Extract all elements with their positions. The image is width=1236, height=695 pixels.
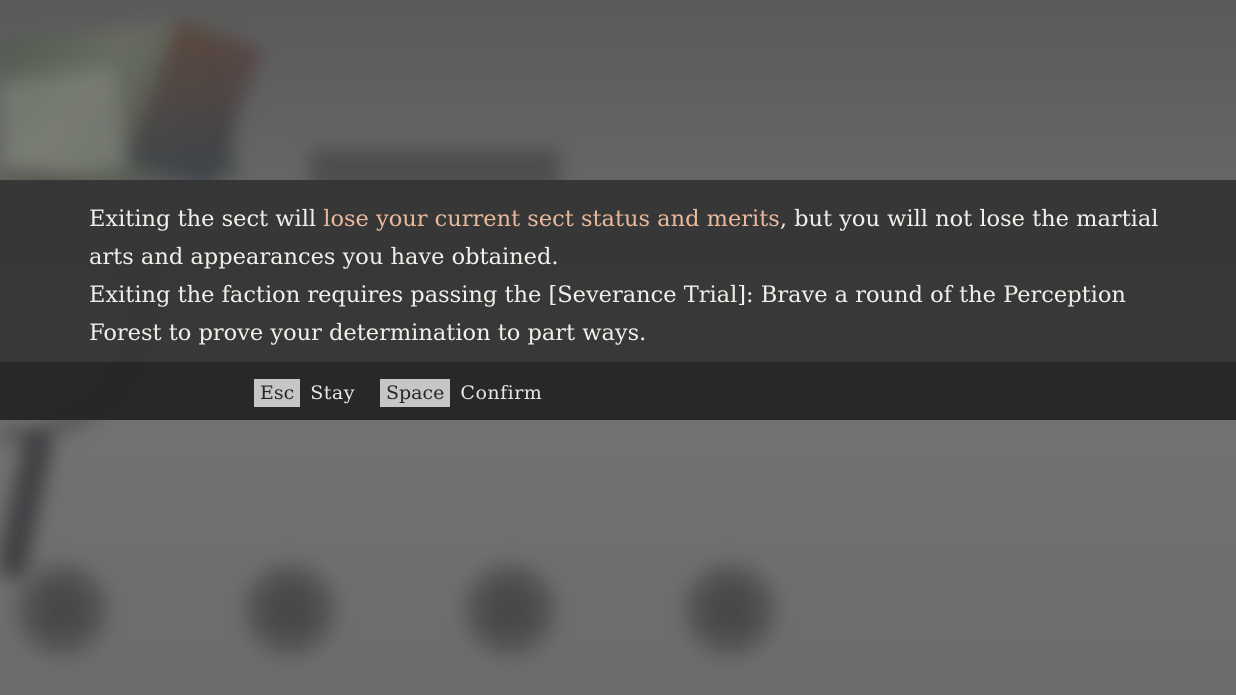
dialog-footer: Esc Stay Space Confirm xyxy=(0,362,1236,420)
dialog-message: Exiting the sect will lose your current … xyxy=(89,200,1179,352)
dialog-body: Exiting the sect will lose your current … xyxy=(0,180,1236,362)
message-text: Exiting the sect will xyxy=(89,206,324,232)
background-menu-icon xyxy=(12,560,112,660)
background-menu-icon xyxy=(460,560,560,660)
exit-sect-dialog: Exiting the sect will lose your current … xyxy=(0,180,1236,420)
dialog-paragraph-1: Exiting the sect will lose your current … xyxy=(89,200,1179,276)
stay-label: Stay xyxy=(310,382,355,404)
dialog-paragraph-2: Exiting the faction requires passing the… xyxy=(89,282,1126,346)
confirm-label: Confirm xyxy=(460,382,543,404)
stay-button[interactable]: Esc Stay xyxy=(254,379,355,407)
space-key-badge: Space xyxy=(380,379,451,407)
esc-key-badge: Esc xyxy=(254,379,301,407)
background-menu-icon xyxy=(680,560,780,660)
background-ink-stroke xyxy=(0,428,56,582)
message-highlight: lose your current sect status and merits xyxy=(323,206,780,232)
background-menu-icon xyxy=(240,560,340,660)
confirm-button[interactable]: Space Confirm xyxy=(380,379,542,407)
